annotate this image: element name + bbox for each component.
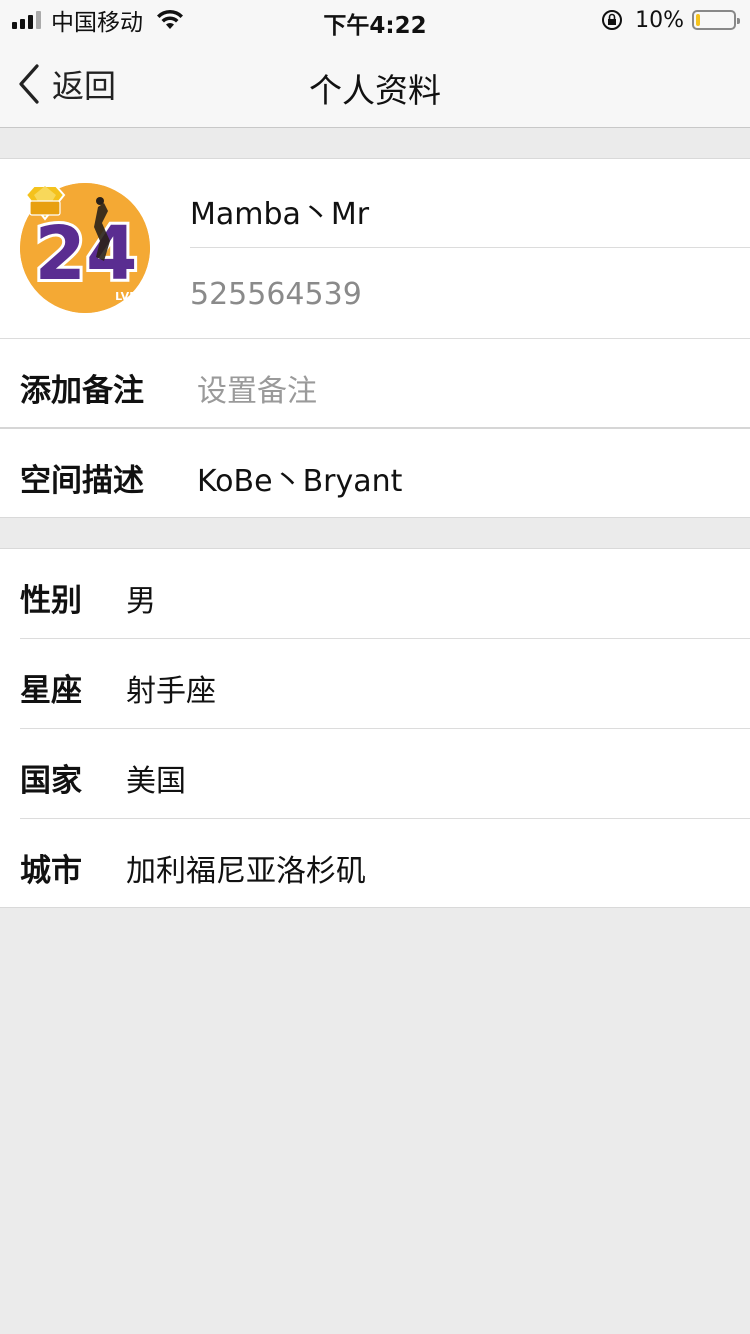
- remark-label: 添加备注: [20, 373, 144, 409]
- gender-label: 性别: [20, 583, 82, 619]
- city-value: 加利福尼亚洛杉矶: [126, 854, 366, 889]
- info-row-city: 城市 加利福尼亚洛杉矶: [0, 819, 750, 909]
- space-description-value: KoBe丶Bryant: [197, 464, 403, 499]
- qq-number: 525564539: [190, 277, 362, 312]
- profile-section: 24 24 LV5 Mamba丶Mr 525564539 添加备注 设置备注 空…: [0, 158, 750, 518]
- info-row-constellation: 星座 射手座: [0, 639, 750, 729]
- city-label: 城市: [20, 853, 82, 889]
- battery-cap: [737, 18, 740, 24]
- level-badge-icon: [24, 185, 66, 221]
- battery-percent: 10%: [635, 7, 684, 33]
- info-row-country: 国家 美国: [0, 729, 750, 819]
- info-row-gender: 性别 男: [0, 549, 750, 639]
- navigation-bar: 返回 个人资料: [0, 40, 750, 128]
- avatar[interactable]: 24 24 LV5: [20, 183, 150, 313]
- country-value: 美国: [126, 764, 186, 799]
- avatar-number: 24: [35, 211, 138, 297]
- battery-icon: [692, 10, 740, 30]
- remark-input[interactable]: 设置备注: [197, 366, 317, 410]
- gender-value: 男: [126, 584, 156, 619]
- remark-row[interactable]: 添加备注 设置备注: [0, 339, 750, 428]
- constellation-value: 射手座: [126, 674, 216, 709]
- battery-fill: [696, 14, 700, 26]
- orientation-lock-icon: [602, 10, 623, 30]
- status-right: 10%: [601, 6, 740, 34]
- status-bar: 中国移动 下午4:22 10%: [0, 0, 750, 40]
- space-description-row[interactable]: 空间描述 KoBe丶Bryant: [0, 429, 750, 518]
- level-badge-text: LV5: [115, 290, 137, 303]
- name-divider: [190, 247, 750, 248]
- country-label: 国家: [20, 763, 82, 799]
- constellation-label: 星座: [20, 673, 82, 709]
- profile-name: Mamba丶Mr: [190, 197, 370, 232]
- player-head: [96, 197, 104, 205]
- space-description-label: 空间描述: [20, 463, 144, 499]
- page-title: 个人资料: [309, 71, 441, 110]
- info-section: 性别 男 星座 射手座 国家 美国 城市 加利福尼亚洛杉矶: [0, 548, 750, 908]
